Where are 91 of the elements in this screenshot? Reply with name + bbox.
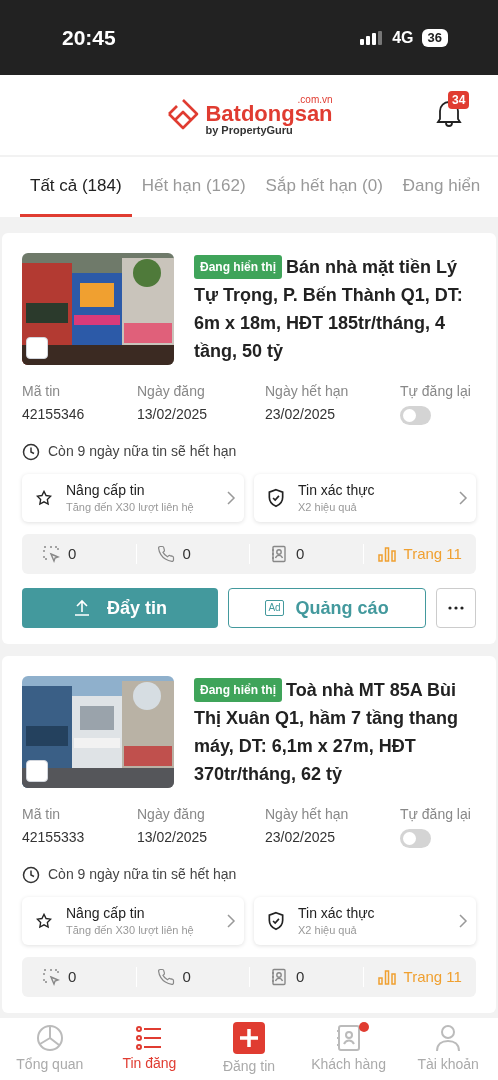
field-label: Mã tin (22, 382, 62, 401)
nav-item[interactable]: Khách hàng (298, 1018, 399, 1080)
upgrade-card[interactable]: Nâng cấp tin Tăng đến X30 lượt liên hệ (22, 474, 244, 522)
pie-chart-icon (35, 1023, 64, 1052)
tab[interactable]: Hết hạn (162) (131, 157, 256, 217)
expiry-note: Còn 9 ngày nữa tin sẽ hết hạn (48, 865, 237, 884)
battery-icon: 36 (421, 28, 448, 47)
upgrade-card[interactable]: Tin xác thực X2 hiệu quả (254, 474, 476, 522)
nav-item[interactable]: Tin đăng (99, 1018, 200, 1080)
field-label: Ngày hết hạn (265, 805, 350, 824)
upgrade-card[interactable]: Tin xác thực X2 hiệu quả (254, 897, 476, 945)
listing-title: Đang hiển thị Bán nhà mặt tiền Lý Tự Trọng, P. Bến Thành Q1, DT: 6m x 18m, HĐT 185tr/tháng, 4 tầng, 50 tỷ (194, 254, 464, 363)
nav-label: Khách hàng (311, 1054, 386, 1074)
upgrade-subtitle: Tăng đến X30 lượt liên hệ (66, 500, 195, 515)
stat-value: 0 (296, 543, 305, 564)
stat-value: Trang 11 (403, 543, 462, 564)
upgrade-subtitle: Tăng đến X30 lượt liên hệ (66, 923, 195, 938)
tab[interactable]: Đang hiển (392, 157, 491, 217)
nav-label: Tổng quan (16, 1054, 84, 1074)
bar-chart-icon (377, 546, 396, 562)
nav-label: Tài khoản (417, 1054, 479, 1074)
upgrade-title: Nâng cấp tin (66, 481, 146, 499)
tab[interactable]: Tất cả (184) (20, 157, 132, 217)
stat-value: 0 (296, 966, 305, 987)
stat-value: 0 (182, 543, 191, 564)
push-button[interactable]: Đẩy tin (22, 588, 218, 628)
shield-check-icon (266, 488, 286, 508)
phone-icon (156, 968, 175, 986)
notification-badge: 34 (448, 91, 470, 109)
field-label: Tự đăng lại (400, 805, 472, 824)
star-icon (36, 490, 52, 506)
stat-value: Trang 11 (403, 966, 462, 987)
chevron-right-icon (226, 913, 236, 929)
field-value: 13/02/2025 (137, 405, 209, 424)
tab[interactable]: Sắp hết hạn (0) (255, 157, 393, 217)
checkbox[interactable] (26, 337, 48, 359)
upload-icon (73, 599, 91, 617)
bar-chart-icon (377, 969, 396, 985)
listing-title: Đang hiển thị Toà nhà MT 85A Bùi Thị Xuân Q1, hầm 7 tầng thang máy, DT: 6,1m x 27m, HĐT 370tr/tháng, 62 tỷ (194, 677, 460, 786)
chevron-right-icon (226, 490, 236, 506)
stat-value: 0 (182, 966, 191, 987)
stat-value: 0 (68, 966, 77, 987)
signal-icon (360, 30, 385, 45)
field-label: Ngày đăng (137, 382, 206, 401)
status-time: 20:45 (62, 24, 116, 51)
upgrade-subtitle: X2 hiệu quả (298, 923, 358, 938)
list-icon (136, 1024, 163, 1051)
star-icon (36, 913, 52, 929)
field-value: 23/02/2025 (265, 405, 337, 424)
field-value: 42155346 (22, 405, 86, 424)
toggle-switch[interactable] (400, 406, 431, 425)
chevron-right-icon (458, 913, 468, 929)
upgrade-title: Tin xác thực (298, 904, 376, 922)
field-value: 23/02/2025 (265, 828, 337, 847)
shield-check-icon (266, 911, 286, 931)
upgrade-subtitle: X2 hiệu quả (298, 500, 358, 515)
expiry-note: Còn 9 ngày nữa tin sẽ hết hạn (48, 442, 237, 461)
clock-icon (22, 442, 40, 461)
add-icon (233, 1021, 265, 1054)
field-label: Ngày hết hạn (265, 382, 350, 401)
person-icon (435, 1023, 462, 1052)
toggle-switch[interactable] (400, 829, 431, 848)
cursor-select-icon (42, 545, 60, 563)
clock-icon (22, 865, 40, 884)
contact-card-icon (270, 968, 288, 986)
field-value: 13/02/2025 (137, 828, 209, 847)
ad-icon: Ad (265, 600, 284, 616)
upgrade-card[interactable]: Nâng cấp tin Tăng đến X30 lượt liên hệ (22, 897, 244, 945)
field-label: Mã tin (22, 805, 62, 824)
chevron-right-icon (458, 490, 468, 506)
contact-book-icon (334, 1023, 363, 1052)
more-icon (448, 606, 464, 610)
field-value: 42155333 (22, 828, 86, 847)
logo-name: Batdongsan (205, 102, 333, 125)
contact-card-icon (270, 545, 288, 563)
phone-icon (156, 545, 175, 563)
field-label: Tự đăng lại (400, 382, 472, 401)
upgrade-title: Tin xác thực (298, 481, 376, 499)
nav-item[interactable]: Tổng quan (0, 1018, 100, 1080)
ads-button[interactable]: Ad Quảng cáo (228, 588, 426, 628)
field-label: Ngày đăng (137, 805, 206, 824)
checkbox[interactable] (26, 760, 48, 782)
stat-value: 0 (68, 543, 77, 564)
cursor-select-icon (42, 968, 60, 986)
network-label: 4G (392, 27, 414, 48)
nav-item[interactable]: Đăng tin (199, 1018, 299, 1080)
nav-item[interactable]: Tài khoản (398, 1018, 498, 1080)
nav-label: Đăng tin (222, 1056, 276, 1076)
nav-label: Tin đăng (122, 1053, 177, 1073)
upgrade-title: Nâng cấp tin (66, 904, 146, 922)
logo-domain: .com.vn (297, 94, 333, 105)
